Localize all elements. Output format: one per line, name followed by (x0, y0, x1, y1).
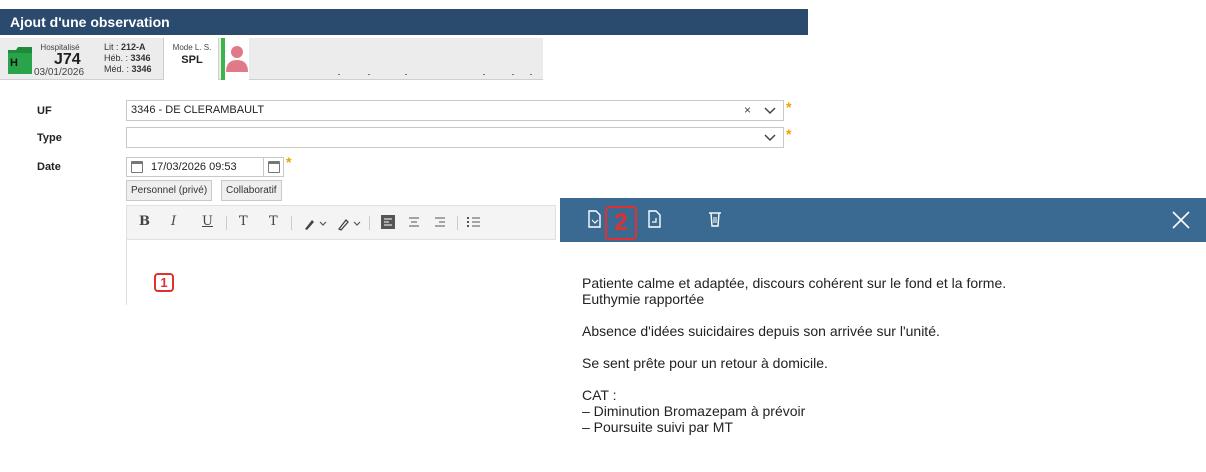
calendar-now-icon[interactable] (131, 161, 143, 173)
required-mark: * (786, 126, 792, 142)
med-label: Méd. : (104, 64, 130, 74)
date-label: Date (37, 161, 61, 173)
strip-tick (530, 74, 532, 75)
underline-button[interactable]: U (202, 214, 213, 229)
med-value: 3346 (131, 64, 152, 74)
observation-editor[interactable] (126, 240, 556, 305)
note-toolbar: 2 (560, 198, 1206, 242)
note-line: Absence d'idées suicidaires depuis son a… (582, 323, 940, 339)
toolbar-divider (369, 216, 370, 230)
patient-banner: H Hospitalisé J74 03/01/2026 Lit : 212-A… (0, 38, 543, 80)
align-center-icon[interactable] (407, 215, 421, 229)
required-mark: * (786, 99, 792, 115)
toggle-private[interactable]: Personnel (privé) (126, 180, 213, 201)
align-right-icon[interactable] (433, 215, 447, 229)
note-line: Se sent prête pour un retour à domicile. (582, 355, 828, 371)
uf-label: UF (37, 105, 52, 117)
bed-info: Lit : 212-A Héb. : 3346 Méd. : 3346 (104, 42, 152, 75)
strip-tick (368, 74, 370, 75)
female-avatar-icon (226, 46, 248, 72)
copy-in-icon[interactable] (586, 209, 602, 229)
clear-icon[interactable]: × (744, 101, 751, 120)
type-label: Type (37, 132, 62, 144)
highlight-icon[interactable] (337, 217, 363, 231)
note-line: – Poursuite suivi par MT (582, 419, 733, 435)
care-mode: Mode L. S. SPL (163, 38, 219, 80)
toolbar-divider (226, 216, 227, 230)
strip-tick (338, 74, 340, 75)
text-color-icon[interactable] (303, 217, 329, 231)
date-input[interactable]: 17/03/2026 09:53 (126, 157, 264, 177)
editor-toolbar: B I U T T (126, 205, 556, 240)
close-icon[interactable] (1172, 211, 1190, 229)
care-mode-value: SPL (181, 54, 203, 66)
bed-value: 212-A (121, 42, 146, 52)
toolbar-divider (457, 216, 458, 230)
note-text: Patiente calme et adaptée, discours cohé… (582, 275, 1182, 435)
strip-tick (405, 74, 407, 75)
required-mark: * (286, 154, 292, 170)
chevron-down-icon[interactable] (764, 133, 776, 143)
note-line: Patiente calme et adaptée, discours cohé… (582, 275, 1007, 291)
strip-tick (512, 74, 514, 75)
heb-value: 3346 (130, 53, 151, 63)
subscript-button[interactable]: T (269, 214, 278, 229)
callout-1: 1 (154, 273, 174, 292)
bold-button[interactable]: B (139, 214, 150, 229)
callout-2: 2 (605, 206, 637, 240)
toolbar-divider (291, 216, 292, 230)
numbered-list-icon[interactable] (467, 215, 481, 229)
trash-icon[interactable] (707, 209, 723, 229)
admission-date: 03/01/2026 (33, 67, 85, 78)
strip-tick (483, 74, 485, 75)
align-left-icon[interactable] (381, 215, 395, 229)
note-line: – Diminution Bromazepam à prévoir (582, 403, 806, 419)
note-popup: 2 Patiente calme et adaptée, discours co… (560, 198, 1206, 472)
calendar-button[interactable] (264, 157, 284, 177)
chevron-down-icon[interactable] (764, 106, 776, 116)
type-select[interactable] (126, 127, 784, 148)
heb-label: Héb. : (104, 53, 129, 63)
superscript-button[interactable]: T (239, 214, 248, 229)
care-mode-label: Mode L. S. (172, 43, 212, 52)
window-title: Ajout d'une observation (0, 9, 808, 35)
folder-letter: H (10, 57, 18, 69)
note-line: Euthymie rapportée (582, 291, 705, 307)
calendar-icon (268, 161, 280, 173)
uf-select[interactable]: 3346 - DE CLERAMBAULT (126, 100, 784, 121)
toggle-collaborative[interactable]: Collaboratif (221, 180, 282, 201)
date-value: 17/03/2026 09:53 (151, 161, 237, 173)
italic-button[interactable]: I (171, 214, 176, 229)
bed-label: Lit : (104, 42, 119, 52)
note-line: CAT : (582, 387, 617, 403)
paste-icon[interactable] (646, 209, 662, 229)
patient-avatar[interactable] (225, 38, 249, 80)
